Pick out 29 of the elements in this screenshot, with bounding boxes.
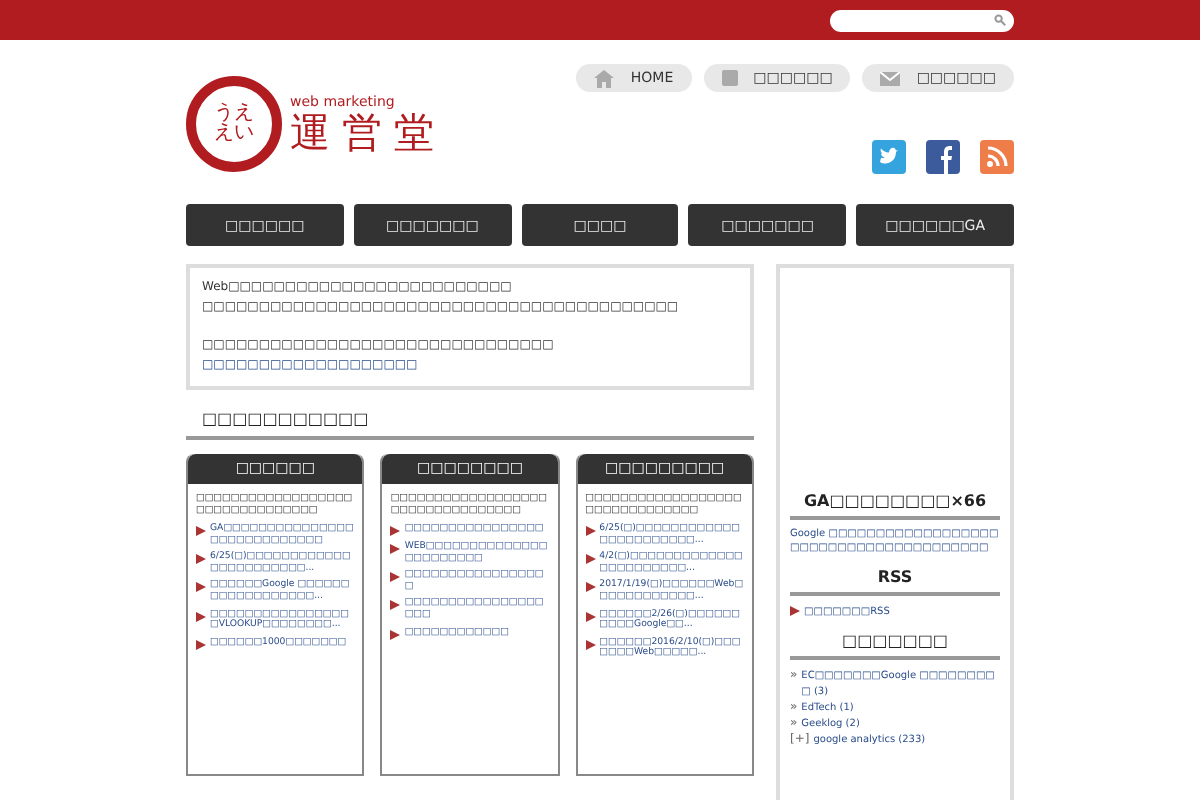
facebook-icon[interactable] [926, 140, 960, 174]
home-icon [594, 69, 615, 87]
section-title: □□□□□□□□□□□ [186, 410, 754, 440]
triangle-bullet-icon [196, 526, 206, 536]
widget-title: GA□□□□□□□□×66 [790, 492, 1000, 520]
rss-icon[interactable] [980, 140, 1014, 174]
mail-icon [880, 71, 901, 85]
bird-icon[interactable] [872, 140, 906, 174]
triangle-bullet-icon [196, 639, 206, 650]
widget-title: □□□□□□□ [790, 632, 1000, 660]
search-field[interactable] [830, 9, 1014, 31]
triangle-bullet-icon [196, 554, 206, 565]
triangle-bullet-icon [196, 582, 206, 593]
triangle-bullet-icon [585, 611, 596, 622]
triangle-bullet-icon [585, 582, 596, 593]
triangle-bullet-icon [585, 554, 596, 565]
search-icon [994, 14, 1006, 26]
triangle-bullet-icon [390, 600, 401, 611]
triangle-bullet-icon [196, 611, 206, 622]
triangle-bullet-icon [790, 606, 800, 616]
widget-title: RSS [790, 568, 1000, 596]
triangle-bullet-icon [585, 639, 596, 650]
triangle-bullet-icon [390, 629, 401, 640]
triangle-bullet-icon [390, 572, 401, 583]
triangle-bullet-icon [585, 526, 596, 536]
logo-name: 運営堂 [290, 110, 446, 154]
triangle-bullet-icon [390, 544, 401, 554]
triangle-bullet-icon [390, 526, 401, 536]
logo-mark: うえ えい [186, 76, 282, 172]
